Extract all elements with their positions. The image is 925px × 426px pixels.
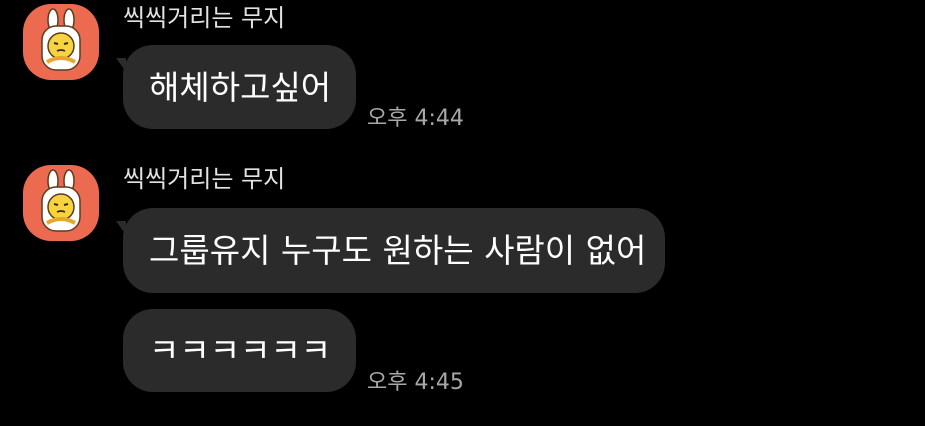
profile-avatar[interactable] — [23, 165, 99, 241]
sender-name: 씩씩거리는 무지 — [123, 165, 286, 193]
message-text: ㅋㅋㅋㅋㅋㅋ — [149, 331, 332, 370]
message-bubble[interactable]: ㅋㅋㅋㅋㅋㅋ — [123, 309, 356, 392]
message-text: 그룹유지 누구도 원하는 사람이 없어 — [149, 231, 647, 270]
muzi-avatar-icon — [41, 8, 81, 71]
sender-name: 씩씩거리는 무지 — [123, 4, 286, 32]
message-timestamp: 오후 4:44 — [367, 106, 464, 131]
message-text: 해체하고싶어 — [149, 67, 332, 107]
message-bubble[interactable]: 그룹유지 누구도 원하는 사람이 없어 — [123, 208, 665, 293]
message-timestamp: 오후 4:45 — [367, 370, 464, 395]
message-bubble[interactable]: 해체하고싶어 — [123, 45, 356, 129]
muzi-avatar-icon — [41, 169, 81, 232]
profile-avatar[interactable] — [23, 4, 99, 80]
